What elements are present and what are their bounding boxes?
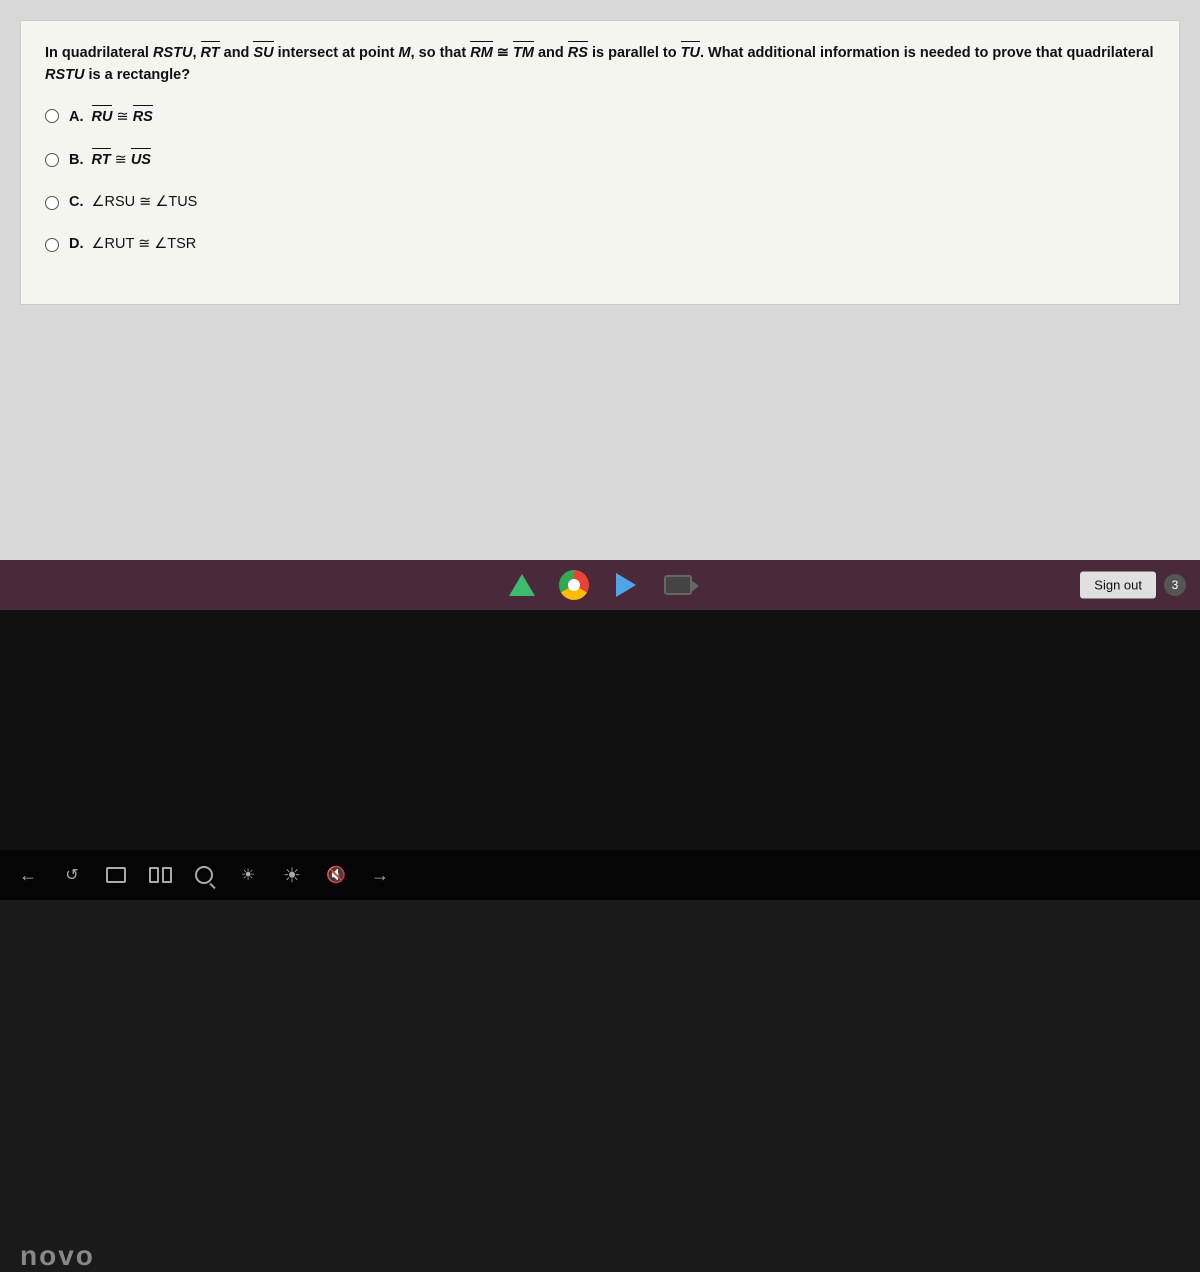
screen-area: In quadrilateral RSTU, RT and SU interse… — [0, 0, 1200, 620]
brightness-up-icon[interactable]: ☀ — [274, 857, 310, 893]
chrome-icon[interactable] — [556, 567, 592, 603]
camera-icon[interactable] — [660, 567, 696, 603]
option-b[interactable]: B. RT ≅ US — [45, 148, 1155, 172]
refresh-button[interactable]: ↺ — [54, 857, 90, 893]
option-b-label: B. RT ≅ US — [69, 148, 151, 172]
radio-a[interactable] — [45, 109, 59, 123]
play-icon[interactable] — [608, 567, 644, 603]
option-c[interactable]: C. ∠RSU ≅ ∠TUS — [45, 192, 1155, 214]
forward-button[interactable]: → — [362, 857, 398, 893]
window-button[interactable] — [98, 857, 134, 893]
option-d[interactable]: D. ∠RUT ≅ ∠TSR — [45, 234, 1155, 256]
launch-icon[interactable] — [504, 567, 540, 603]
radio-c[interactable] — [45, 196, 59, 210]
option-c-label: C. ∠RSU ≅ ∠TUS — [69, 192, 197, 214]
option-d-label: D. ∠RUT ≅ ∠TSR — [69, 234, 196, 256]
option-a[interactable]: A. RU ≅ RS — [45, 105, 1155, 129]
notification-badge[interactable]: 3 — [1164, 574, 1186, 596]
option-a-label: A. RU ≅ RS — [69, 105, 153, 129]
question-text: In quadrilateral RSTU, RT and SU interse… — [45, 41, 1155, 87]
question-card: In quadrilateral RSTU, RT and SU interse… — [20, 20, 1180, 305]
search-button[interactable] — [186, 857, 222, 893]
back-button[interactable]: ← — [10, 857, 46, 893]
taskbar: Sign out 3 — [0, 560, 1200, 610]
brightness-down-icon[interactable]: ☀ — [230, 857, 266, 893]
lenovo-logo: novo — [20, 1240, 95, 1272]
sign-out-button[interactable]: Sign out — [1080, 572, 1156, 599]
bottom-shelf: ← ↺ ☀ ☀ 🔇 → — [0, 850, 1200, 900]
radio-b[interactable] — [45, 153, 59, 167]
radio-d[interactable] — [45, 238, 59, 252]
multiwindow-button[interactable] — [142, 857, 178, 893]
mute-icon[interactable]: 🔇 — [318, 857, 354, 893]
